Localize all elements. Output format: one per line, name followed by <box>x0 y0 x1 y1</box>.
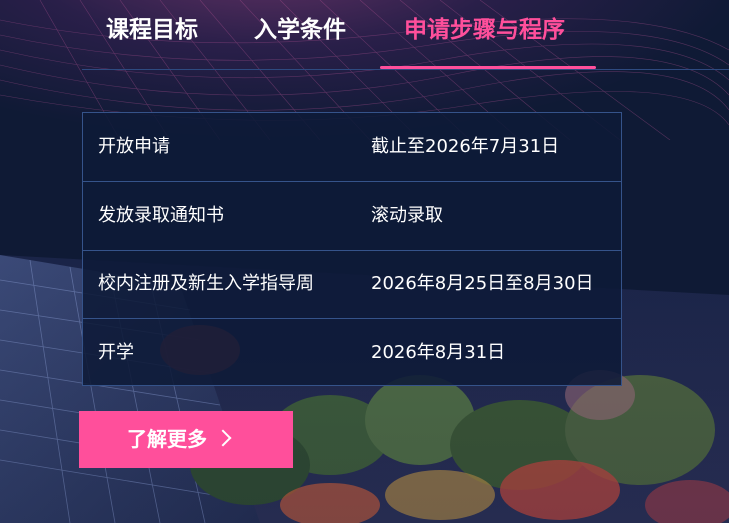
active-tab-indicator <box>380 66 596 69</box>
row-label: 校内注册及新生入学指导周 <box>98 273 314 294</box>
row-label: 开学 <box>98 342 134 363</box>
table-row: 校内注册及新生入学指导周 2026年8月25日至8月30日 <box>83 250 621 319</box>
table-row: 发放录取通知书 滚动录取 <box>83 182 621 251</box>
row-value: 截止至2026年7月31日 <box>371 136 560 157</box>
table-row: 开放申请 截止至2026年7月31日 <box>83 113 621 182</box>
learn-more-label: 了解更多 <box>127 427 207 451</box>
row-value: 滚动录取 <box>371 205 443 226</box>
row-value: 2026年8月31日 <box>371 342 506 363</box>
page-content: 课程目标 入学条件 申请步骤与程序 开放申请 截止至2026年7月31日 发放录… <box>0 0 729 523</box>
tab-admission-requirements[interactable]: 入学条件 <box>254 12 346 48</box>
row-label: 开放申请 <box>98 136 170 157</box>
row-value: 2026年8月25日至8月30日 <box>371 273 594 294</box>
schedule-table: 开放申请 截止至2026年7月31日 发放录取通知书 滚动录取 校内注册及新生入… <box>82 112 622 386</box>
table-row: 开学 2026年8月31日 <box>83 319 621 387</box>
row-label: 发放录取通知书 <box>98 205 224 226</box>
tab-course-goals[interactable]: 课程目标 <box>106 12 198 48</box>
tab-application-steps[interactable]: 申请步骤与程序 <box>404 12 565 48</box>
learn-more-button[interactable]: 了解更多 <box>79 411 293 468</box>
tab-bar: 课程目标 入学条件 申请步骤与程序 <box>82 0 729 70</box>
chevron-right-icon <box>214 429 232 447</box>
